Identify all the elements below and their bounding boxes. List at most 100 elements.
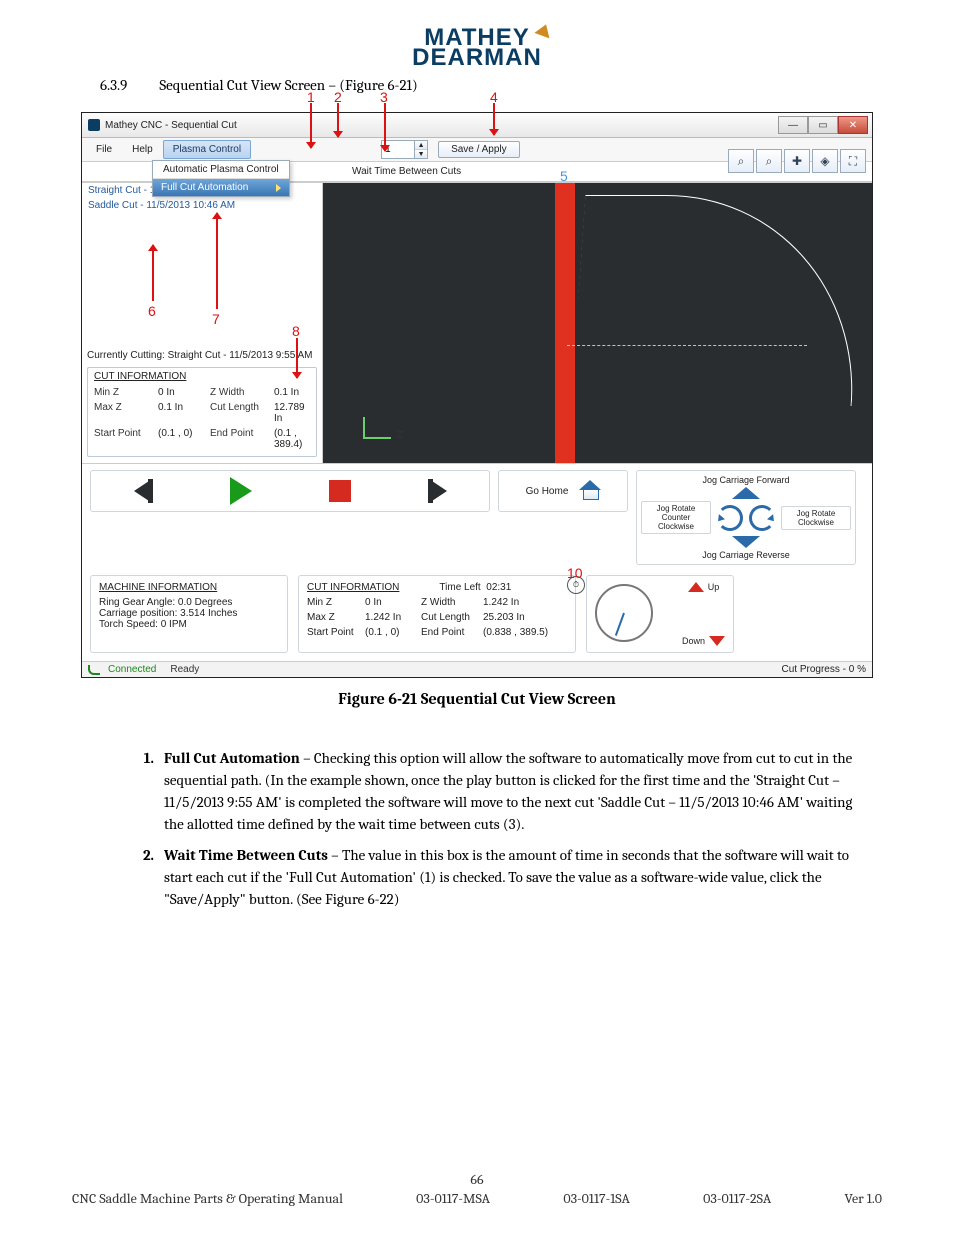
jog-rotate-ccw-button[interactable]: Jog Rotate Counter Clockwise [641, 501, 711, 534]
value-cut-length: 12.789 In [274, 402, 310, 424]
minimize-button[interactable]: — [778, 116, 808, 134]
status-bar: Connected Ready Cut Progress - 0 % [82, 661, 872, 677]
menu-plasma-control[interactable]: Plasma Control [163, 140, 251, 159]
next-icon [429, 479, 447, 503]
stop-button[interactable] [329, 480, 351, 502]
label-min-z2: Min Z [307, 597, 359, 608]
list-number-1: 1. [128, 748, 164, 835]
rotate-cw-icon [749, 505, 775, 531]
wait-time-input[interactable] [382, 143, 414, 156]
axis-z-label: Z [397, 430, 403, 441]
speed-dial-panel: ⏱ Up Down [586, 575, 734, 653]
label-cut-length: Cut Length [210, 402, 268, 424]
plasma-control-dropdown: Automatic Plasma Control Full Cut Automa… [152, 160, 290, 197]
view-toolbar: ⌕ ⌕ ✚ ◈ ⛶ [728, 149, 866, 173]
connection-icon [88, 665, 100, 675]
full-cut-automation-item[interactable]: Full Cut Automation [153, 179, 289, 196]
prev-bar-icon [148, 479, 153, 503]
dropdown-header: Automatic Plasma Control [153, 161, 289, 179]
reference-line [567, 345, 807, 347]
saddle-curve [571, 195, 867, 406]
value-min-z2: 0 In [365, 597, 415, 608]
wait-time-spinner[interactable]: ▲ ▼ [381, 140, 428, 159]
spinner-up-icon[interactable]: ▲ [415, 141, 427, 150]
list-text-1: Full Cut Automation – Checking this opti… [164, 748, 872, 835]
window-title: Mathey CNC - Sequential Cut [105, 120, 237, 131]
logo-line2: DEARMAN [412, 48, 542, 68]
status-progress: Cut Progress - 0 % [782, 664, 866, 675]
value-start-point: (0.1 , 0) [158, 428, 204, 450]
value-max-z: 0.1 In [158, 402, 204, 424]
jog-forward-label: Jog Carriage Forward [702, 475, 789, 485]
window-titlebar: Mathey CNC - Sequential Cut — ▭ ✕ [82, 113, 872, 138]
home-icon [580, 482, 600, 500]
jog-reverse-label: Jog Carriage Reverse [702, 550, 790, 560]
dial-down-button[interactable]: Down [682, 636, 725, 646]
zoom-out-icon[interactable]: ⌕ [728, 149, 754, 173]
jog-panel: Jog Carriage Forward Jog Rotate Counter … [636, 470, 856, 565]
next-button[interactable] [428, 479, 447, 503]
footer-doc1: 03-0117-MSA [416, 1190, 490, 1207]
label-ep2: End Point [421, 627, 477, 638]
footer-version: Ver 1.0 [845, 1190, 882, 1207]
label-sp2: Start Point [307, 627, 359, 638]
axis-indicator: Z [363, 413, 397, 439]
value-end-point: (0.1 , 389.4) [274, 428, 310, 450]
carriage-position: Carriage position: 3.514 Inches [99, 608, 279, 619]
pan-icon[interactable]: ✚ [784, 149, 810, 173]
label-time-left: Time Left [439, 582, 480, 593]
preview-canvas[interactable]: Z [323, 183, 872, 463]
fullscreen-icon[interactable]: ⛶ [840, 149, 866, 173]
page-number: 66 [0, 1171, 954, 1188]
ring-gear-angle: Ring Gear Angle: 0.0 Degrees [99, 597, 279, 608]
value-time-left: 02:31 [486, 582, 511, 593]
footer-doc3: 03-0117-2SA [703, 1190, 771, 1207]
section-title: Sequential Cut View Screen – (Figure 6-2… [159, 76, 417, 94]
menu-file[interactable]: File [86, 140, 122, 159]
label-z-width: Z Width [210, 387, 268, 398]
prev-button[interactable] [134, 479, 153, 503]
label-max-z2: Max Z [307, 612, 359, 623]
left-panel: Straight Cut - 11/5/2013 9:55 AM Saddle … [82, 183, 323, 463]
spinner-down-icon[interactable]: ▼ [415, 150, 427, 158]
footer-left: CNC Saddle Machine Parts & Operating Man… [72, 1190, 343, 1207]
list-number-2: 2. [128, 845, 164, 910]
dropdown-item-label: Full Cut Automation [161, 182, 248, 193]
value-cutlen2: 25.203 In [483, 612, 567, 623]
jog-rotate-cw-button[interactable]: Jog Rotate Clockwise [781, 506, 851, 530]
rotate-view-icon[interactable]: ◈ [812, 149, 838, 173]
page-footer: 66 CNC Saddle Machine Parts & Operating … [0, 1171, 954, 1207]
maximize-button[interactable]: ▭ [808, 116, 838, 134]
jog-reverse-button[interactable] [732, 536, 760, 548]
close-button[interactable]: ✕ [838, 116, 868, 134]
label-end-point: End Point [210, 428, 268, 450]
jog-forward-button[interactable] [732, 487, 760, 499]
currently-cutting-label: Currently Cutting: Straight Cut - 11/5/2… [82, 347, 322, 365]
value-sp2: (0.1 , 0) [365, 627, 415, 638]
status-ready: Ready [170, 664, 199, 675]
go-home-label: Go Home [526, 486, 569, 497]
cut-list-item[interactable]: Saddle Cut - 11/5/2013 10:46 AM [82, 198, 322, 213]
section-heading: 6.3.9 Sequential Cut View Screen – (Figu… [100, 76, 882, 94]
label-cutlen2: Cut Length [421, 612, 477, 623]
dial-up-button[interactable]: Up [688, 582, 720, 592]
speed-dial[interactable] [595, 584, 653, 642]
status-connected: Connected [108, 664, 156, 675]
value-z-width: 0.1 In [274, 387, 310, 398]
machine-information-panel: MACHINE INFORMATION Ring Gear Angle: 0.0… [90, 575, 288, 653]
list-text-2: Wait Time Between Cuts – The value in th… [164, 845, 872, 910]
value-max-z2: 1.242 In [365, 612, 415, 623]
play-button[interactable] [230, 477, 252, 505]
torch-speed: Torch Speed: 0 IPM [99, 619, 279, 630]
menu-help[interactable]: Help [122, 140, 163, 159]
cut-information-side-panel: CUT INFORMATION Min Z 0 In Z Width 0.1 I… [87, 367, 317, 457]
label-min-z: Min Z [94, 387, 152, 398]
cut-information-bottom-panel: CUT INFORMATION Time Left 02:31 Min Z 0 … [298, 575, 576, 653]
up-arrow-icon [688, 582, 704, 592]
cut-path-highlight [555, 183, 575, 463]
zoom-in-icon[interactable]: ⌕ [756, 149, 782, 173]
save-apply-button[interactable]: Save / Apply [438, 141, 520, 158]
go-home-panel[interactable]: Go Home [498, 470, 628, 512]
chevron-right-icon [276, 184, 281, 192]
figure-caption: Figure 6-21 Sequential Cut View Screen [72, 690, 882, 708]
